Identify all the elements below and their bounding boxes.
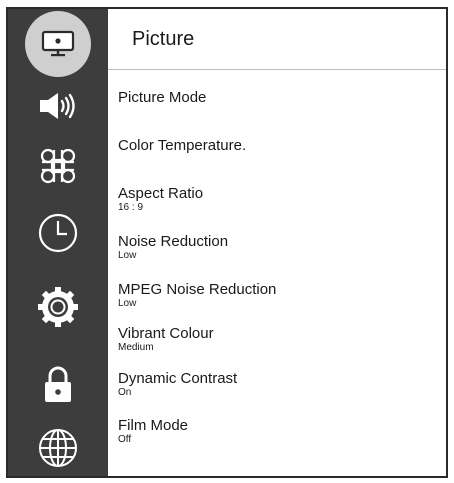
menu-item-noise-reduction[interactable]: Noise Reduction Low: [118, 233, 440, 261]
menu-item-label: Aspect Ratio: [118, 185, 204, 202]
picture-monitor-icon: [41, 30, 75, 58]
menu-item-vibrant-colour[interactable]: Vibrant Colour Medium: [118, 325, 440, 353]
menu-item-aspect-ratio[interactable]: Aspect Ratio 16 : 9: [118, 185, 440, 213]
sidebar-item-sound[interactable]: [8, 83, 108, 129]
menu-item-value: 16 : 9: [118, 202, 144, 213]
menu-item-label: MPEG Noise Reduction: [118, 281, 277, 298]
sidebar-item-picture[interactable]: [8, 11, 108, 77]
lock-icon: [40, 364, 76, 404]
menu-item-value: Low: [118, 298, 137, 309]
menu-item-value: On: [118, 387, 132, 398]
settings-panel: Picture Picture Mode Color Temperature. …: [108, 9, 446, 476]
menu-item-label: Picture Mode: [118, 89, 207, 106]
menu-item-mpeg-noise-reduction[interactable]: MPEG Noise Reduction Low: [118, 281, 440, 309]
menu-item-label: Dynamic Contrast: [118, 370, 238, 387]
menu-item-film-mode[interactable]: Film Mode Off: [118, 417, 440, 445]
page-title: Picture: [132, 27, 195, 50]
sidebar-item-setup[interactable]: [8, 282, 108, 332]
menu-item-dynamic-contrast[interactable]: Dynamic Contrast On: [118, 370, 440, 398]
clock-icon: [37, 212, 79, 254]
speaker-sound-icon: [38, 91, 78, 121]
sidebar-item-lock[interactable]: [8, 359, 108, 409]
menu-item-label: Film Mode: [118, 417, 189, 434]
sidebar: [8, 9, 108, 476]
menu-item-picture-mode[interactable]: Picture Mode: [118, 89, 440, 106]
sidebar-item-language[interactable]: [8, 423, 108, 473]
menu-item-color-temperature[interactable]: Color Temperature.: [118, 137, 440, 154]
menu-item-value: Medium: [118, 342, 154, 353]
globe-icon: [37, 427, 79, 469]
menu-item-value: Off: [118, 434, 132, 445]
command-key-icon: [38, 146, 78, 186]
sidebar-item-timer[interactable]: [8, 208, 108, 258]
menu-item-value: Low: [118, 250, 137, 261]
gear-icon: [37, 286, 79, 328]
active-item-highlight: [25, 11, 91, 77]
tv-menu-window: Picture Picture Mode Color Temperature. …: [6, 7, 448, 478]
panel-header: Picture: [108, 9, 446, 70]
menu-item-label: Color Temperature.: [118, 137, 247, 154]
sidebar-item-settings-shortcuts[interactable]: [8, 141, 108, 191]
menu-item-label: Noise Reduction: [118, 233, 229, 250]
menu-item-label: Vibrant Colour: [118, 325, 214, 342]
